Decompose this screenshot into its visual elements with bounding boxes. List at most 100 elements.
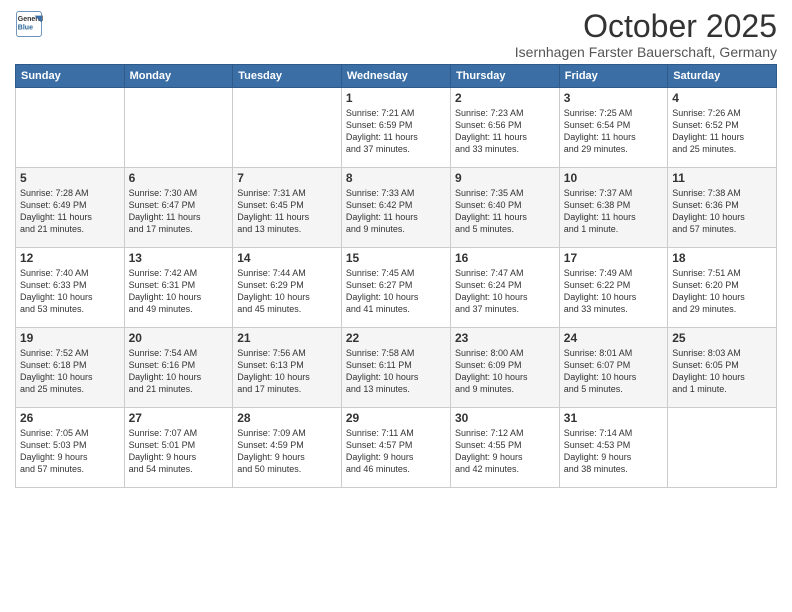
day-number: 30 [455,411,555,425]
day-number: 31 [564,411,663,425]
day-number: 4 [672,91,772,105]
table-cell: 22Sunrise: 7:58 AM Sunset: 6:11 PM Dayli… [341,328,450,408]
logo: General Blue [15,10,43,38]
day-number: 11 [672,171,772,185]
calendar-header-row: Sunday Monday Tuesday Wednesday Thursday… [16,65,777,88]
day-number: 9 [455,171,555,185]
week-row-5: 26Sunrise: 7:05 AM Sunset: 5:03 PM Dayli… [16,408,777,488]
day-detail: Sunrise: 7:07 AM Sunset: 5:01 PM Dayligh… [129,427,229,476]
day-detail: Sunrise: 7:09 AM Sunset: 4:59 PM Dayligh… [237,427,337,476]
day-detail: Sunrise: 7:28 AM Sunset: 6:49 PM Dayligh… [20,187,120,236]
table-cell: 5 Sunrise: 7:28 AM Sunset: 6:49 PM Daylig… [16,168,125,248]
day-number: 28 [237,411,337,425]
week-row-3: 12 Sunrise: 7:40 AM Sunset: 6:33 PM Dayli… [16,248,777,328]
title-block: October 2025 Isernhagen Farster Bauersch… [515,10,777,60]
day-number: 17 [564,251,663,265]
table-cell: 6 Sunrise: 7:30 AM Sunset: 6:47 PM Daylig… [124,168,233,248]
day-detail: Sunrise: 8:03 AM Sunset: 6:05 PM Dayligh… [672,347,772,396]
day-number: 24 [564,331,663,345]
table-cell: 3Sunrise: 7:25 AM Sunset: 6:54 PM Daylig… [559,88,667,168]
day-number: 19 [20,331,120,345]
table-cell: 10 Sunrise: 7:37 AM Sunset: 6:38 PM Dayli… [559,168,667,248]
table-cell: 30 Sunrise: 7:12 AM Sunset: 4:55 PM Dayli… [450,408,559,488]
day-number: 6 [129,171,229,185]
table-cell: 28 Sunrise: 7:09 AM Sunset: 4:59 PM Dayli… [233,408,342,488]
day-detail: Sunrise: 7:49 AM Sunset: 6:22 PM Dayligh… [564,267,663,316]
day-detail: Sunrise: 7:35 AM Sunset: 6:40 PM Dayligh… [455,187,555,236]
day-number: 29 [346,411,446,425]
day-detail: Sunrise: 7:40 AM Sunset: 6:33 PM Dayligh… [20,267,120,316]
week-row-1: 1Sunrise: 7:21 AM Sunset: 6:59 PM Daylig… [16,88,777,168]
day-number: 21 [237,331,337,345]
header: General Blue October 2025 Isernhagen Far… [15,10,777,60]
day-number: 18 [672,251,772,265]
header-saturday: Saturday [668,65,777,88]
table-cell: 4 Sunrise: 7:26 AM Sunset: 6:52 PM Daylig… [668,88,777,168]
table-cell: 18 Sunrise: 7:51 AM Sunset: 6:20 PM Dayli… [668,248,777,328]
table-cell: 2 Sunrise: 7:23 AM Sunset: 6:56 PM Daylig… [450,88,559,168]
day-number: 27 [129,411,229,425]
day-detail: Sunrise: 7:26 AM Sunset: 6:52 PM Dayligh… [672,107,772,156]
table-cell: 12 Sunrise: 7:40 AM Sunset: 6:33 PM Dayli… [16,248,125,328]
location-title: Isernhagen Farster Bauerschaft, Germany [515,44,777,60]
table-cell: 23Sunrise: 8:00 AM Sunset: 6:09 PM Dayli… [450,328,559,408]
day-number: 25 [672,331,772,345]
table-cell: 25 Sunrise: 8:03 AM Sunset: 6:05 PM Dayli… [668,328,777,408]
day-detail: Sunrise: 7:47 AM Sunset: 6:24 PM Dayligh… [455,267,555,316]
day-detail: Sunrise: 8:01 AM Sunset: 6:07 PM Dayligh… [564,347,663,396]
calendar-table: Sunday Monday Tuesday Wednesday Thursday… [15,64,777,488]
day-number: 7 [237,171,337,185]
day-detail: Sunrise: 7:56 AM Sunset: 6:13 PM Dayligh… [237,347,337,396]
day-detail: Sunrise: 7:45 AM Sunset: 6:27 PM Dayligh… [346,267,446,316]
day-number: 14 [237,251,337,265]
day-number: 10 [564,171,663,185]
table-cell: 16 Sunrise: 7:47 AM Sunset: 6:24 PM Dayli… [450,248,559,328]
table-cell: 15 Sunrise: 7:45 AM Sunset: 6:27 PM Dayli… [341,248,450,328]
page-container: General Blue October 2025 Isernhagen Far… [0,0,792,496]
day-detail: Sunrise: 7:44 AM Sunset: 6:29 PM Dayligh… [237,267,337,316]
day-number: 5 [20,171,120,185]
week-row-2: 5 Sunrise: 7:28 AM Sunset: 6:49 PM Daylig… [16,168,777,248]
day-number: 20 [129,331,229,345]
table-cell [233,88,342,168]
day-number: 3 [564,91,663,105]
day-number: 13 [129,251,229,265]
table-cell: 21 Sunrise: 7:56 AM Sunset: 6:13 PM Dayli… [233,328,342,408]
header-monday: Monday [124,65,233,88]
day-detail: Sunrise: 7:51 AM Sunset: 6:20 PM Dayligh… [672,267,772,316]
table-cell: 1Sunrise: 7:21 AM Sunset: 6:59 PM Daylig… [341,88,450,168]
day-detail: Sunrise: 7:30 AM Sunset: 6:47 PM Dayligh… [129,187,229,236]
day-detail: Sunrise: 7:23 AM Sunset: 6:56 PM Dayligh… [455,107,555,156]
day-number: 22 [346,331,446,345]
day-number: 12 [20,251,120,265]
table-cell: 20Sunrise: 7:54 AM Sunset: 6:16 PM Dayli… [124,328,233,408]
day-detail: Sunrise: 7:31 AM Sunset: 6:45 PM Dayligh… [237,187,337,236]
day-detail: Sunrise: 7:38 AM Sunset: 6:36 PM Dayligh… [672,187,772,236]
table-cell: 24 Sunrise: 8:01 AM Sunset: 6:07 PM Dayli… [559,328,667,408]
table-cell: 27 Sunrise: 7:07 AM Sunset: 5:01 PM Dayli… [124,408,233,488]
day-number: 2 [455,91,555,105]
table-cell: 19Sunrise: 7:52 AM Sunset: 6:18 PM Dayli… [16,328,125,408]
table-cell: 17 Sunrise: 7:49 AM Sunset: 6:22 PM Dayli… [559,248,667,328]
table-cell [16,88,125,168]
day-number: 15 [346,251,446,265]
table-cell [668,408,777,488]
day-detail: Sunrise: 7:14 AM Sunset: 4:53 PM Dayligh… [564,427,663,476]
week-row-4: 19Sunrise: 7:52 AM Sunset: 6:18 PM Dayli… [16,328,777,408]
day-detail: Sunrise: 7:11 AM Sunset: 4:57 PM Dayligh… [346,427,446,476]
table-cell: 26Sunrise: 7:05 AM Sunset: 5:03 PM Dayli… [16,408,125,488]
table-cell: 9 Sunrise: 7:35 AM Sunset: 6:40 PM Daylig… [450,168,559,248]
day-detail: Sunrise: 8:00 AM Sunset: 6:09 PM Dayligh… [455,347,555,396]
day-detail: Sunrise: 7:21 AM Sunset: 6:59 PM Dayligh… [346,107,446,156]
header-tuesday: Tuesday [233,65,342,88]
table-cell: 13 Sunrise: 7:42 AM Sunset: 6:31 PM Dayli… [124,248,233,328]
day-detail: Sunrise: 7:42 AM Sunset: 6:31 PM Dayligh… [129,267,229,316]
day-detail: Sunrise: 7:12 AM Sunset: 4:55 PM Dayligh… [455,427,555,476]
day-number: 8 [346,171,446,185]
day-detail: Sunrise: 7:37 AM Sunset: 6:38 PM Dayligh… [564,187,663,236]
table-cell: 7 Sunrise: 7:31 AM Sunset: 6:45 PM Daylig… [233,168,342,248]
day-number: 16 [455,251,555,265]
header-sunday: Sunday [16,65,125,88]
table-cell: 11 Sunrise: 7:38 AM Sunset: 6:36 PM Dayli… [668,168,777,248]
svg-text:Blue: Blue [18,25,33,32]
